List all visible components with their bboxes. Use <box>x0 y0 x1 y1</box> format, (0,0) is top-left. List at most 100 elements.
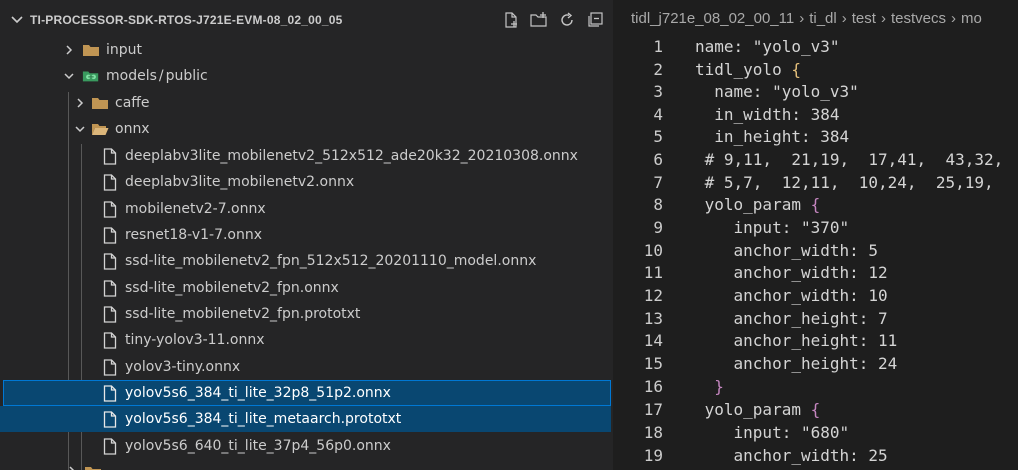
code-text: in_width: 384 <box>695 105 840 124</box>
breadcrumb-item[interactable]: tidl_j721e_08_02_00_11 <box>631 10 794 27</box>
chevron-down-icon[interactable] <box>10 13 24 27</box>
tree-item-label: onnx <box>115 121 150 137</box>
tree-file-item[interactable]: ssd-lite_mobilenetv2_fpn.onnx <box>0 275 611 301</box>
code-line: 18 input: "680" <box>613 421 1018 444</box>
code-line: 17 yolo_param { <box>613 398 1018 421</box>
code-line: 9 input: "370" <box>613 216 1018 239</box>
breadcrumb-item[interactable]: ti_dl <box>809 10 837 27</box>
tree-file-item[interactable]: tiny-yolov3-11.onnx <box>0 327 611 353</box>
breadcrumb-separator-icon: › <box>880 9 886 27</box>
line-number: 13 <box>643 309 663 328</box>
line-number: 4 <box>653 105 663 124</box>
code-line: 7 # 5,7, 12,11, 10,24, 25,19, <box>613 171 1018 194</box>
line-number: 16 <box>643 377 663 396</box>
tree-item-label: yolov5s6_384_ti_lite_32p8_51p2.onnx <box>125 385 391 401</box>
tree-item-models-public[interactable]: models / public <box>0 63 611 89</box>
line-number: 19 <box>643 446 663 465</box>
file-icon <box>101 331 119 349</box>
line-number: 1 <box>653 37 663 56</box>
file-icon <box>101 200 119 218</box>
tree-item-label: ssd-lite_mobilenetv2_fpn.onnx <box>125 280 339 296</box>
code-text: yolo_param { <box>695 400 821 419</box>
file-icon <box>101 147 119 165</box>
chevron-right-icon[interactable] <box>66 462 78 470</box>
tree-item-label: ssd-lite_mobilenetv2_fpn.prototxt <box>125 306 361 322</box>
line-number: 9 <box>653 218 663 237</box>
chevron-down-icon[interactable] <box>72 121 88 137</box>
explorer-header: TI-PROCESSOR-SDK-RTOS-J721E-EVM-08_02_00… <box>0 0 613 40</box>
tree-item-label: deeplabv3lite_mobilenetv2.onnx <box>125 174 355 190</box>
code-line: 14 anchor_height: 11 <box>613 329 1018 352</box>
code-text: input: "680" <box>695 423 850 442</box>
breadcrumb-item[interactable]: test <box>852 10 876 27</box>
line-number: 5 <box>653 127 663 146</box>
code-line: 12 anchor_width: 10 <box>613 284 1018 307</box>
file-icon <box>101 226 119 244</box>
line-number: 12 <box>643 286 663 305</box>
chevron-right-icon[interactable] <box>61 42 77 58</box>
tree-item-caffe[interactable]: caffe <box>0 90 611 116</box>
file-icon <box>101 358 119 376</box>
file-icon <box>101 305 119 323</box>
breadcrumb: tidl_j721e_08_02_00_11 › ti_dl › test › … <box>613 0 1018 36</box>
code-line: 4 in_width: 384 <box>613 103 1018 126</box>
refresh-icon[interactable] <box>557 10 577 30</box>
code-text: name: "yolo_v3" <box>695 37 840 56</box>
tree-file-item[interactable]: deeplabv3lite_mobilenetv2.onnx <box>0 169 611 195</box>
line-number: 8 <box>653 195 663 214</box>
breadcrumb-item[interactable]: testvecs <box>891 10 946 27</box>
tree-item-label: input <box>106 42 143 58</box>
tree-file-item-selected[interactable]: yolov5s6_384_ti_lite_metaarch.prototxt <box>0 406 611 432</box>
code-text: anchor_height: 11 <box>695 331 898 350</box>
tree-item-label: yolov3-tiny.onnx <box>125 359 241 375</box>
code-line: 3 name: "yolo_v3" <box>613 80 1018 103</box>
chevron-right-icon[interactable] <box>72 95 88 111</box>
breadcrumb-separator-icon: › <box>950 9 956 27</box>
explorer-panel: TI-PROCESSOR-SDK-RTOS-J721E-EVM-08_02_00… <box>0 0 613 470</box>
collapse-all-icon[interactable] <box>585 10 605 30</box>
tree-item-label: deeplabv3lite_mobilenetv2_512x512_ade20k… <box>125 148 578 164</box>
path-separator: / <box>158 68 164 84</box>
breadcrumb-separator-icon: › <box>841 9 847 27</box>
code-line: 15 anchor_height: 24 <box>613 352 1018 375</box>
tree-file-item[interactable]: deeplabv3lite_mobilenetv2_512x512_ade20k… <box>0 143 611 169</box>
code-text: # 9,11, 21,19, 17,41, 43,32, <box>695 150 1004 169</box>
code-line: 1 name: "yolo_v3" <box>613 35 1018 58</box>
code-text: anchor_width: 25 <box>695 446 888 465</box>
line-number: 15 <box>643 354 663 373</box>
tree-file-item[interactable]: ssd-lite_mobilenetv2_fpn_512x512_2020111… <box>0 248 611 274</box>
folder-models-icon <box>82 67 100 85</box>
code-text: in_height: 384 <box>695 127 850 146</box>
breadcrumb-item[interactable]: mo <box>961 10 982 27</box>
code-line: 10 anchor_width: 5 <box>613 239 1018 262</box>
chevron-down-icon[interactable] <box>61 68 77 84</box>
code-line: 8 yolo_param { <box>613 193 1018 216</box>
code-line: 11 anchor_width: 12 <box>613 261 1018 284</box>
folder-icon <box>82 41 100 59</box>
line-number: 11 <box>643 263 663 282</box>
folder-open-icon <box>91 120 109 138</box>
code-text: input: "370" <box>695 218 850 237</box>
workspace-title[interactable]: TI-PROCESSOR-SDK-RTOS-J721E-EVM-08_02_00… <box>30 13 343 27</box>
code-text: # 5,7, 12,11, 10,24, 25,19, <box>695 173 994 192</box>
file-icon <box>101 279 119 297</box>
tree-file-item[interactable]: resnet18-v1-7.onnx <box>0 222 611 248</box>
tree-file-item[interactable]: yolov3-tiny.onnx <box>0 354 611 380</box>
tree-item-input[interactable]: input <box>0 37 611 63</box>
tree-file-item[interactable]: yolov5s6_640_ti_lite_37p4_56p0.onnx <box>0 433 611 459</box>
tree-file-item[interactable]: ssd-lite_mobilenetv2_fpn.prototxt <box>0 301 611 327</box>
tree-item-label-2: public <box>165 68 208 84</box>
new-folder-icon[interactable] <box>529 10 549 30</box>
code-line: 2 tidl_yolo { <box>613 58 1018 81</box>
tree-item-onnx[interactable]: onnx <box>0 116 611 142</box>
new-file-icon[interactable] <box>501 10 521 30</box>
code-line: 16 } <box>613 375 1018 398</box>
line-number: 7 <box>653 173 663 192</box>
code-text: anchor_height: 7 <box>695 309 888 328</box>
tree-file-item[interactable]: mobilenetv2-7.onnx <box>0 196 611 222</box>
tree-item-label: ssd-lite_mobilenetv2_fpn_512x512_2020111… <box>125 253 537 269</box>
breadcrumb-separator-icon: › <box>799 9 805 27</box>
tree-file-item-focused[interactable]: yolov5s6_384_ti_lite_32p8_51p2.onnx <box>3 380 611 406</box>
line-number: 6 <box>653 150 663 169</box>
line-number: 3 <box>653 82 663 101</box>
